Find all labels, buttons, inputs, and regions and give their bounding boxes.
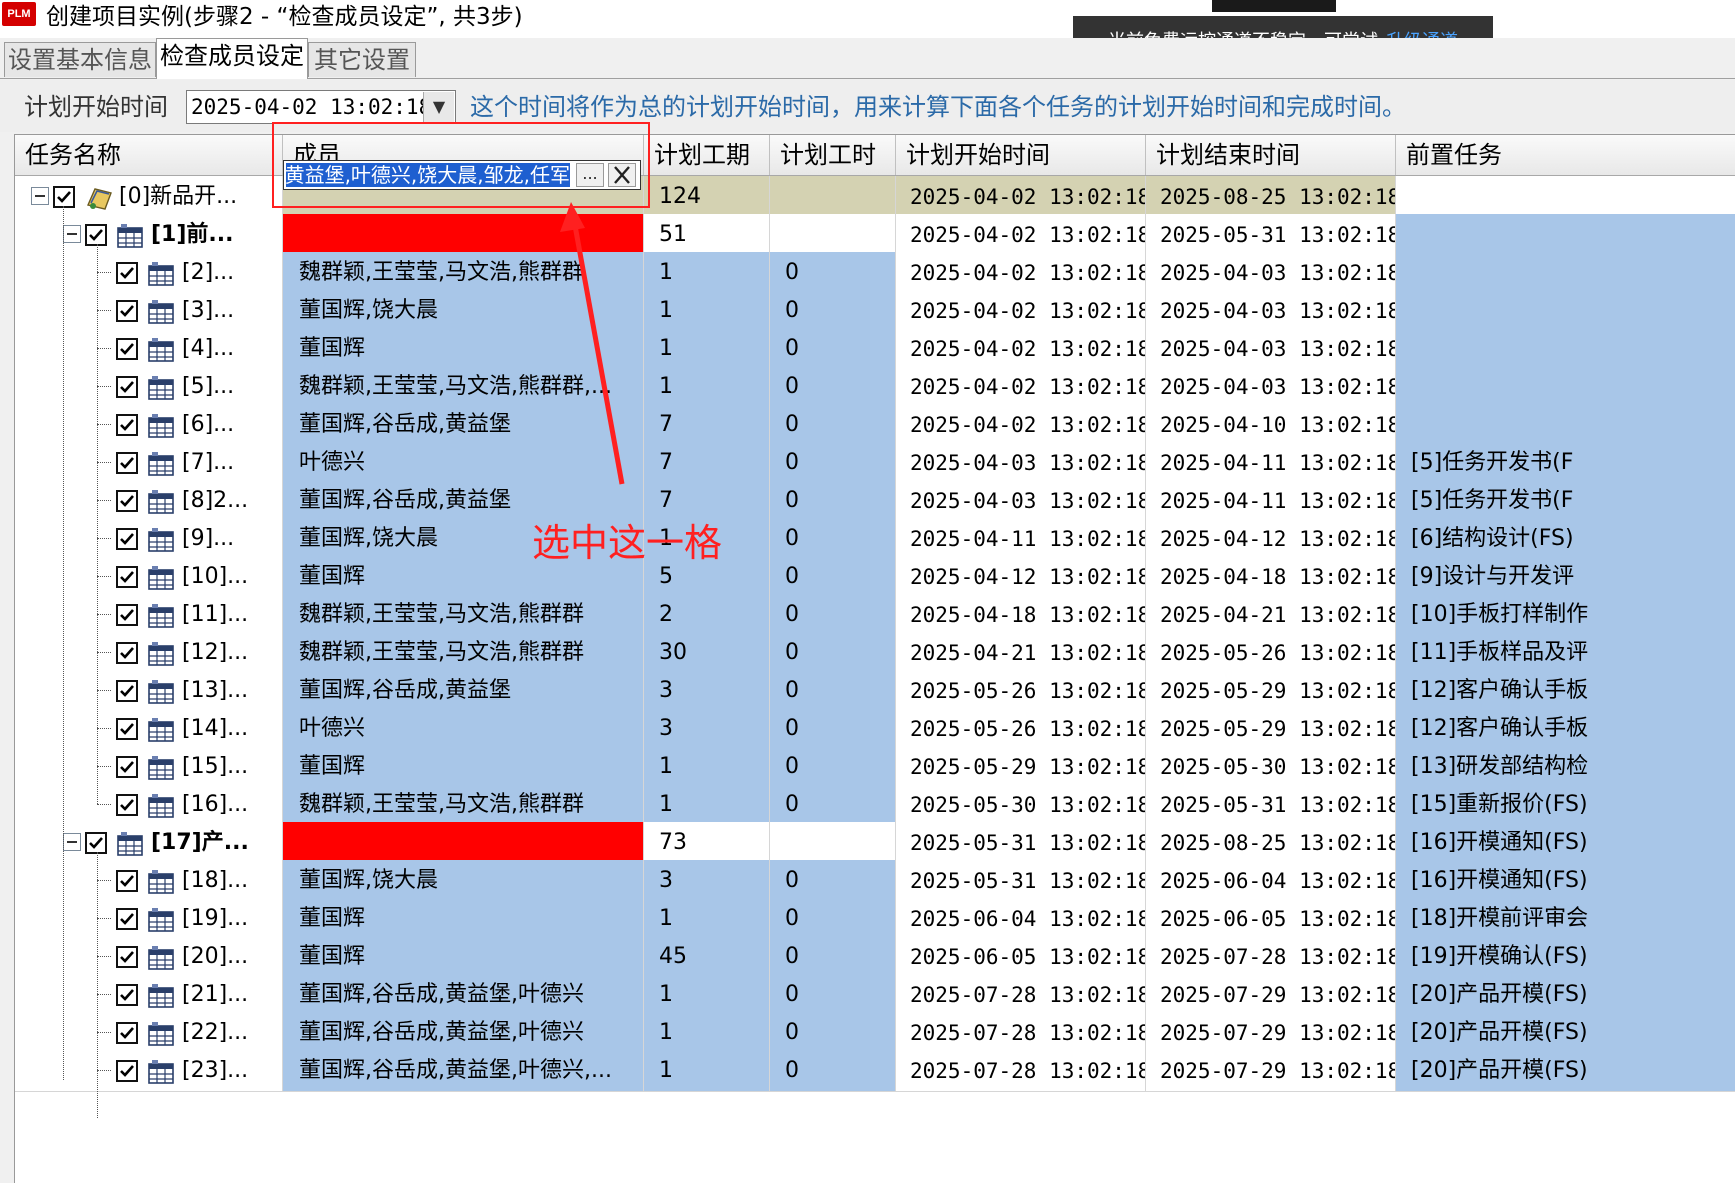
annotation-text: 选中这一格 [532, 521, 723, 565]
annotation-arrow-icon [560, 202, 625, 485]
